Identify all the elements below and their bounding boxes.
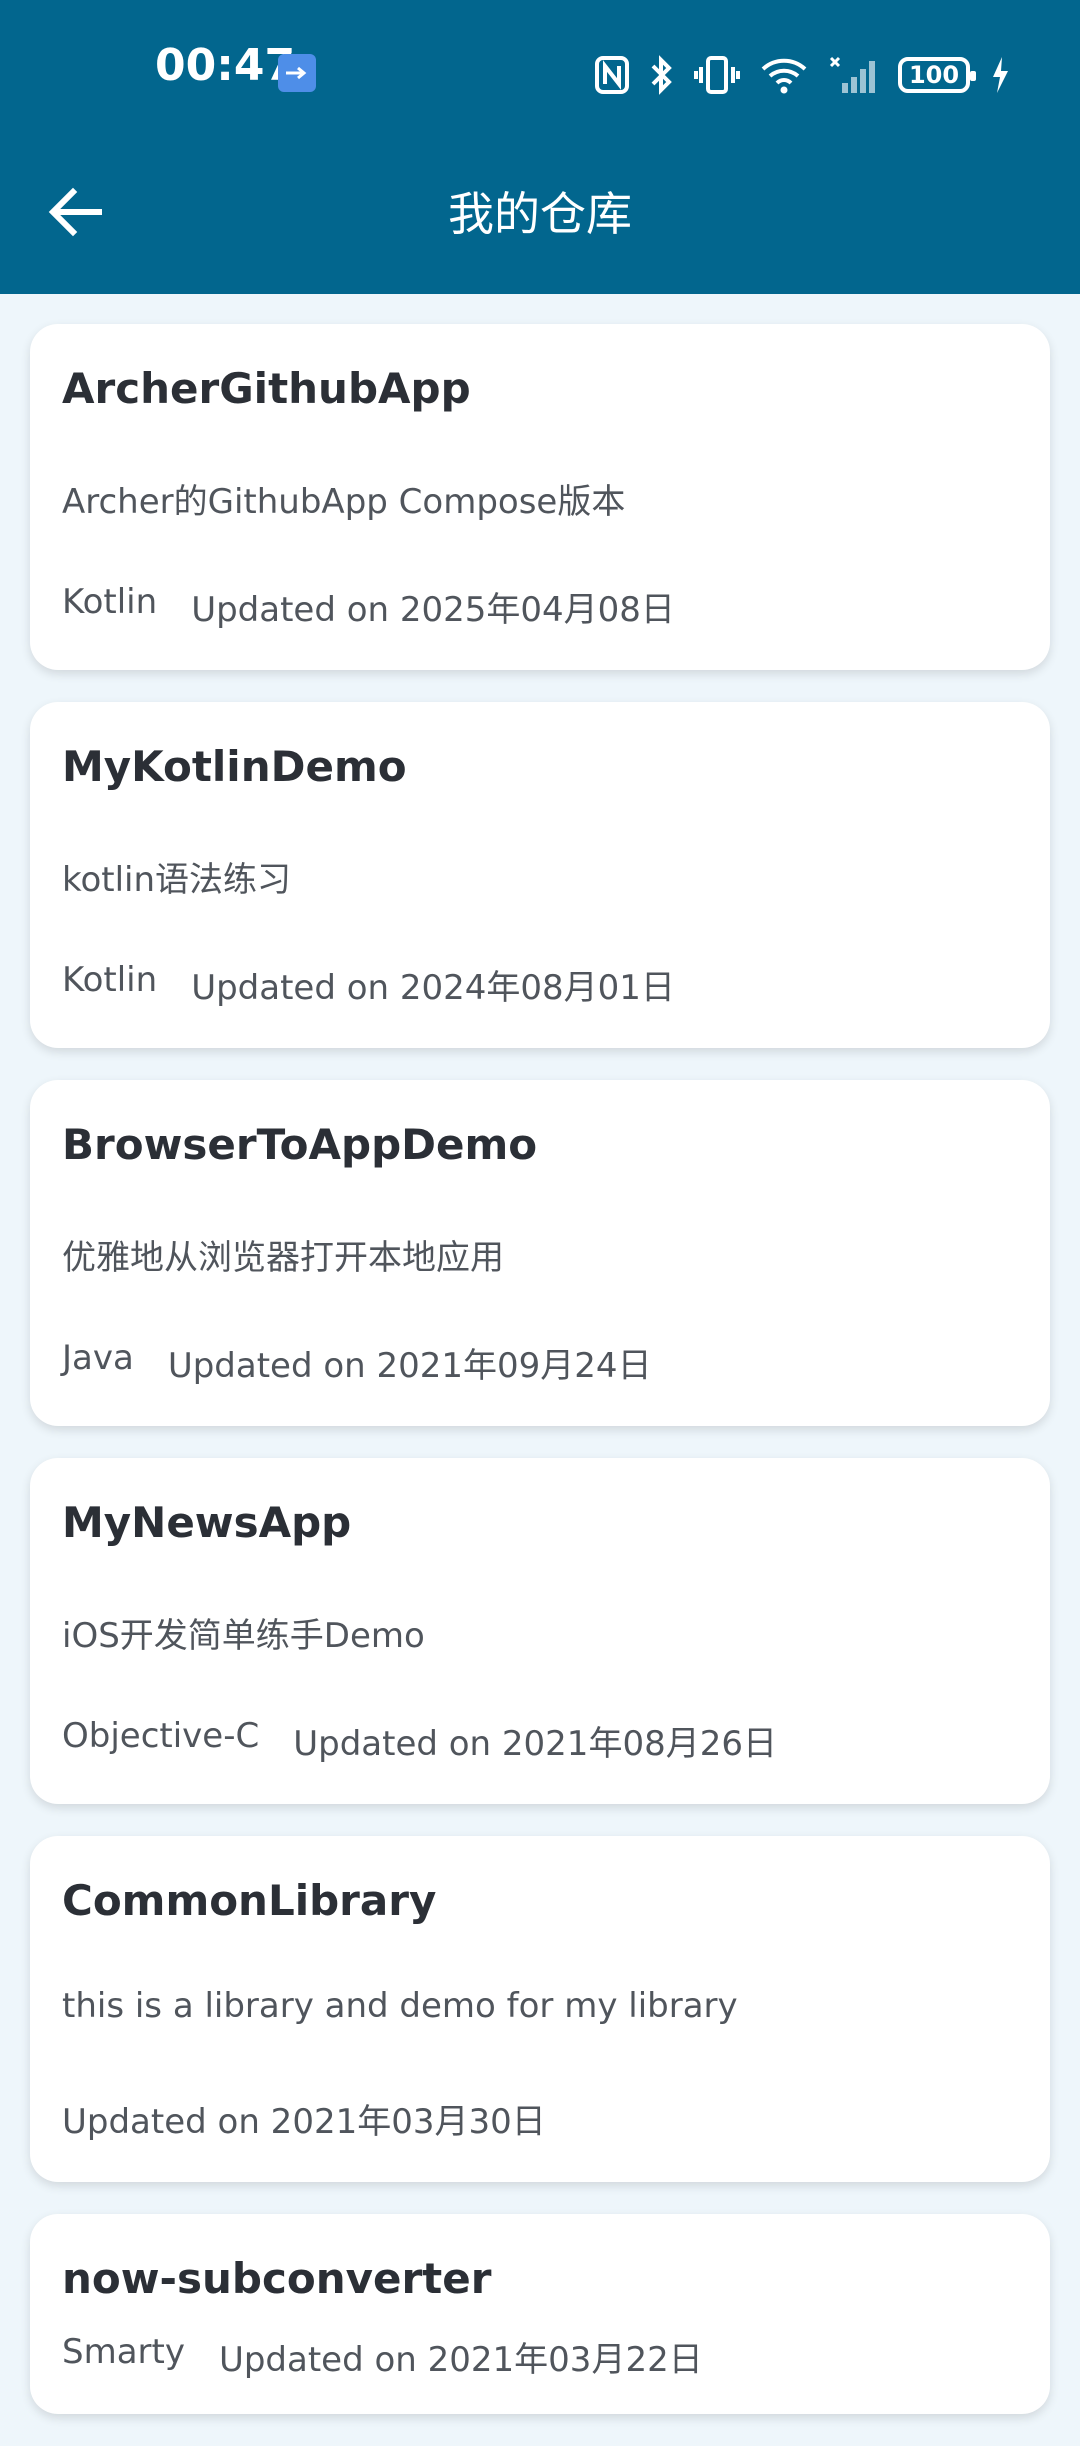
repo-name: BrowserToAppDemo	[62, 1120, 538, 1169]
status-time: 00:47	[155, 40, 296, 91]
repo-meta: Objective-C Updated on 2021年08月26日	[62, 1716, 777, 1765]
repo-description: kotlin语法练习	[62, 860, 292, 900]
repo-card[interactable]: MyKotlinDemo kotlin语法练习 Kotlin Updated o…	[30, 702, 1050, 1048]
repo-card[interactable]: MyNewsApp iOS开发简单练手Demo Objective-C Upda…	[30, 1458, 1050, 1804]
repo-name: CommonLibrary	[62, 1876, 437, 1925]
repo-meta: Java Updated on 2021年09月24日	[62, 1338, 652, 1387]
repo-meta: Updated on 2021年03月30日	[62, 2094, 546, 2143]
repo-card[interactable]: BrowserToAppDemo 优雅地从浏览器打开本地应用 Java Upda…	[30, 1080, 1050, 1426]
repo-card[interactable]: ArcherGithubApp Archer的GithubApp Compose…	[30, 324, 1050, 670]
battery-icon: 100	[898, 57, 976, 93]
repo-updated: Updated on 2021年09月24日	[167, 1346, 652, 1386]
repo-card[interactable]: CommonLibrary this is a library and demo…	[30, 1836, 1050, 2182]
bluetooth-icon	[651, 55, 672, 95]
vibrate-icon	[694, 56, 740, 94]
repo-description: Archer的GithubApp Compose版本	[62, 482, 626, 522]
repo-meta: Kotlin Updated on 2025年04月08日	[62, 582, 675, 631]
repo-language: Objective-C	[62, 1716, 260, 1756]
status-bar: 00:47 100	[0, 40, 1080, 110]
repo-language: Kotlin	[62, 960, 158, 1000]
repo-meta: Smarty Updated on 2021年03月22日	[62, 2332, 703, 2381]
status-icons: 100	[594, 52, 1010, 98]
signal-icon	[829, 56, 875, 93]
repo-language: Kotlin	[62, 582, 158, 622]
repo-description: 优雅地从浏览器打开本地应用	[62, 1238, 504, 1278]
repo-list: ArcherGithubApp Archer的GithubApp Compose…	[30, 324, 1050, 2446]
repo-name: now-subconverter	[62, 2254, 492, 2303]
repo-meta: Kotlin Updated on 2024年08月01日	[62, 960, 675, 1009]
repo-description: iOS开发简单练手Demo	[62, 1616, 425, 1656]
repo-updated: Updated on 2024年08月01日	[191, 968, 675, 1008]
repo-name: MyNewsApp	[62, 1498, 352, 1547]
repo-updated: Updated on 2021年03月30日	[62, 2102, 546, 2142]
repo-updated: Updated on 2025年04月08日	[191, 590, 675, 630]
repo-name: MyKotlinDemo	[62, 742, 407, 791]
nfc-icon	[595, 56, 629, 94]
usb-icon	[278, 54, 316, 92]
page-title: 我的仓库	[448, 187, 632, 241]
charging-icon	[993, 57, 1008, 93]
repo-description: this is a library and demo for my librar…	[62, 1986, 738, 2026]
top-app-bar: 00:47 100 我的仓库	[0, 0, 1080, 294]
repo-language: Smarty	[62, 2332, 185, 2372]
repo-language: Java	[62, 1338, 134, 1378]
wifi-icon	[761, 58, 807, 94]
repo-card[interactable]: now-subconverter Smarty Updated on 2021年…	[30, 2214, 1050, 2414]
repo-updated: Updated on 2021年08月26日	[293, 1724, 777, 1764]
repo-name: ArcherGithubApp	[62, 364, 471, 413]
repo-updated: Updated on 2021年03月22日	[218, 2340, 703, 2380]
app-bar: 我的仓库	[0, 150, 1080, 270]
